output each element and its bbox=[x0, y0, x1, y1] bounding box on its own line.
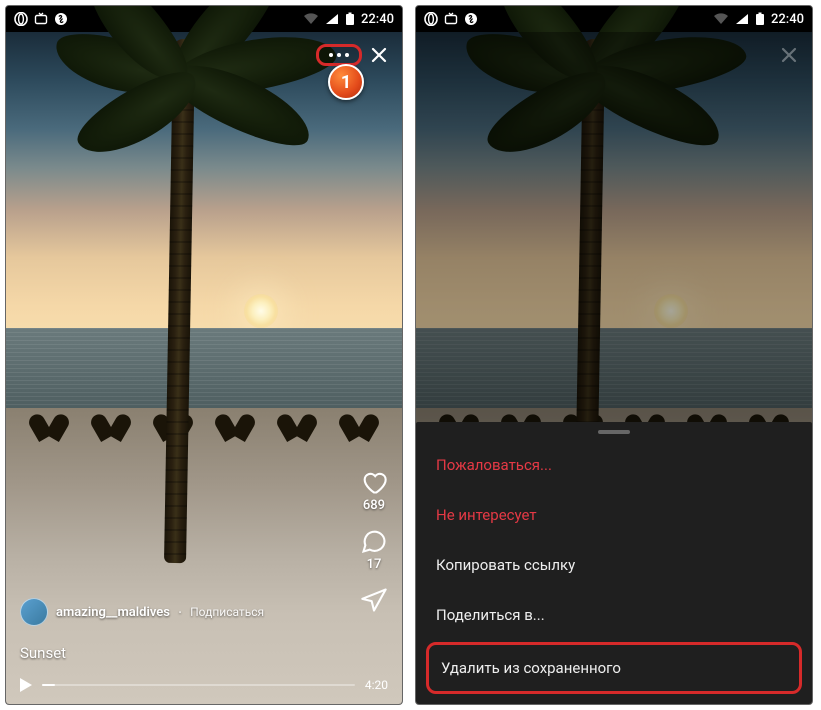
username[interactable]: amazing__maldives bbox=[56, 605, 170, 620]
like-count: 689 bbox=[363, 498, 385, 513]
video-viewer[interactable]: 689 17 amazing__maldives · Подписаться S… bbox=[6, 32, 402, 704]
wifi-icon bbox=[303, 13, 319, 25]
close-button[interactable] bbox=[774, 40, 804, 70]
heart-icon bbox=[360, 468, 388, 496]
like-button[interactable]: 689 bbox=[360, 468, 388, 513]
phone-screen-right: 22:40 Пожаловаться... Не интересует Копи… bbox=[415, 5, 813, 705]
battery-icon bbox=[345, 12, 355, 26]
opera-icon bbox=[14, 12, 28, 26]
video-duration: 4:20 bbox=[365, 678, 388, 692]
status-time: 22:40 bbox=[361, 12, 394, 27]
subscribe-button[interactable]: Подписаться bbox=[190, 605, 264, 619]
sheet-handle[interactable] bbox=[598, 430, 630, 434]
status-bar: 22:40 bbox=[6, 6, 402, 32]
tv-icon bbox=[444, 12, 458, 26]
battery-icon bbox=[755, 12, 765, 26]
avatar[interactable] bbox=[20, 598, 48, 626]
video-viewer-dimmed: Пожаловаться... Не интересует Копировать… bbox=[416, 32, 812, 704]
menu-report[interactable]: Пожаловаться... bbox=[416, 440, 812, 490]
comment-icon bbox=[360, 527, 388, 555]
menu-copy-link[interactable]: Копировать ссылку bbox=[416, 540, 812, 590]
callout-marker-1: 1 bbox=[328, 64, 364, 100]
status-bar: 22:40 bbox=[416, 6, 812, 32]
options-bottom-sheet: Пожаловаться... Не интересует Копировать… bbox=[416, 422, 812, 704]
progress-track[interactable] bbox=[42, 684, 355, 686]
close-button[interactable] bbox=[364, 40, 394, 70]
play-button[interactable] bbox=[20, 678, 32, 692]
comment-button[interactable]: 17 bbox=[360, 527, 388, 572]
menu-not-interested[interactable]: Не интересует bbox=[416, 490, 812, 540]
signal-icon bbox=[735, 13, 749, 25]
status-time: 22:40 bbox=[771, 12, 804, 27]
video-caption: Sunset bbox=[20, 644, 332, 662]
shazam-icon bbox=[464, 12, 478, 26]
signal-icon bbox=[325, 13, 339, 25]
more-options-button[interactable] bbox=[316, 44, 362, 66]
close-icon bbox=[370, 46, 388, 64]
close-icon bbox=[780, 46, 798, 64]
opera-icon bbox=[424, 12, 438, 26]
share-icon bbox=[360, 586, 388, 614]
shazam-icon bbox=[54, 12, 68, 26]
menu-share-to[interactable]: Поделиться в... bbox=[416, 590, 812, 640]
tv-icon bbox=[34, 12, 48, 26]
phone-screen-left: 22:40 689 17 bbox=[5, 5, 403, 705]
menu-remove-from-saved[interactable]: Удалить из сохраненного bbox=[426, 642, 802, 694]
comment-count: 17 bbox=[367, 557, 382, 572]
share-button[interactable] bbox=[360, 586, 388, 614]
wifi-icon bbox=[713, 13, 729, 25]
